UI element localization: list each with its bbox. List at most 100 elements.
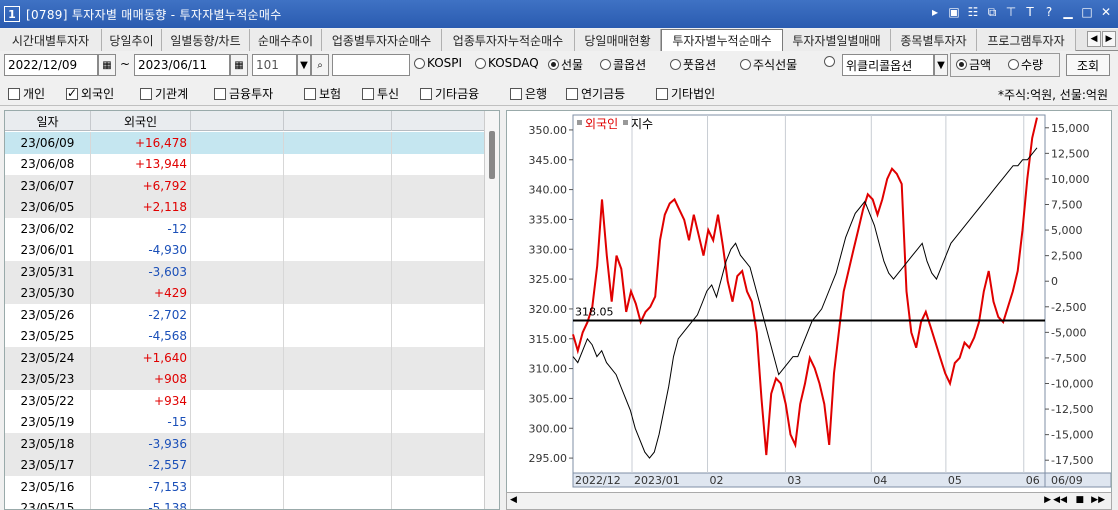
list-icon[interactable]: ☷ — [967, 5, 979, 20]
right-tick-label: -10,000 — [1051, 378, 1093, 391]
checkbox-box — [8, 87, 20, 100]
search-icon[interactable]: ⌕ — [311, 54, 329, 76]
radio-label: 풋옵션 — [683, 58, 717, 72]
play-icon[interactable]: ▸ — [929, 5, 941, 20]
radio-label: 주식선물 — [753, 58, 798, 72]
market-radio-2[interactable]: 선물 — [548, 56, 583, 73]
table-row[interactable]: 23/05/23 +908 — [5, 368, 485, 390]
investor-checkbox-9[interactable]: 기타법인 — [656, 85, 715, 102]
weekly-radio[interactable] — [824, 56, 837, 67]
table-row[interactable]: 23/05/17 -2,557 — [5, 454, 485, 476]
tab-3[interactable]: 순매수추이 — [250, 29, 322, 51]
market-radio-3[interactable]: 콜옵션 — [600, 56, 646, 73]
table-row[interactable]: 23/06/05 +2,118 — [5, 196, 485, 218]
cell-empty — [191, 476, 284, 498]
window-copy-icon[interactable]: ⧉ — [986, 5, 998, 20]
table-row[interactable]: 23/05/22 +934 — [5, 390, 485, 412]
amount-radio-dot — [956, 59, 967, 70]
cell-empty — [284, 239, 392, 261]
tab-8[interactable]: 투자자별일별매매 — [783, 29, 891, 51]
qty-radio[interactable]: 수량 — [1008, 56, 1043, 73]
market-radio-0[interactable]: KOSPI — [414, 56, 462, 70]
table-row[interactable]: 23/06/02 -12 — [5, 218, 485, 240]
scroll-first-icon[interactable]: ◀◀ — [1053, 495, 1067, 505]
left-tick-label: 310.00 — [529, 363, 568, 376]
close-icon[interactable]: ✕ — [1100, 5, 1112, 20]
chart-horizontal-scrollbar[interactable]: ◀ ▶ ◀◀ ■ ▶▶ — [506, 492, 1112, 510]
tab-right-arrow-icon[interactable]: ▶ — [1102, 31, 1116, 47]
tab-7[interactable]: 투자자별누적순매수 — [661, 29, 783, 51]
table-row[interactable]: 23/06/01 -4,930 — [5, 239, 485, 261]
code-input[interactable]: 101 — [252, 54, 297, 76]
cell-empty — [284, 368, 392, 390]
table-row[interactable]: 23/05/31 -3,603 — [5, 261, 485, 283]
scroll-last-icon[interactable]: ▶▶ — [1091, 495, 1105, 505]
tab-left-arrow-icon[interactable]: ◀ — [1087, 31, 1101, 47]
pin-icon[interactable]: ⊤ — [1005, 5, 1017, 20]
investor-checkbox-8[interactable]: 연기금등 — [566, 85, 625, 102]
query-button[interactable]: 조회 — [1066, 54, 1110, 76]
table-row[interactable]: 23/05/24 +1,640 — [5, 347, 485, 369]
checkbox-box — [304, 87, 316, 100]
scroll-right-icon[interactable]: ▶ — [1044, 495, 1051, 505]
code-name-field[interactable] — [332, 54, 410, 76]
market-radio-5[interactable]: 주식선물 — [740, 56, 797, 73]
table-row[interactable]: 23/06/08 +13,944 — [5, 153, 485, 175]
market-radio-4[interactable]: 풋옵션 — [670, 56, 716, 73]
investor-checkbox-6[interactable]: 기타금융 — [420, 85, 479, 102]
market-radio-1[interactable]: KOSDAQ — [475, 56, 539, 70]
end-calendar-icon[interactable]: ▦ — [230, 54, 248, 76]
cell-foreign: -5,138 — [91, 497, 191, 509]
tab-6[interactable]: 당일매매현황 — [575, 29, 661, 51]
start-calendar-icon[interactable]: ▦ — [98, 54, 116, 76]
stop-icon[interactable]: ■ — [1075, 495, 1084, 505]
memo-icon[interactable]: ▣ — [948, 5, 960, 20]
scroll-left-icon[interactable]: ◀ — [510, 495, 517, 505]
table-row[interactable]: 23/05/25 -4,568 — [5, 325, 485, 347]
cell-empty — [284, 304, 392, 326]
start-date-input[interactable]: 2022/12/09 — [4, 54, 98, 76]
left-tick-label: 295.00 — [529, 452, 568, 465]
table-row[interactable]: 23/05/30 +429 — [5, 282, 485, 304]
grid-vertical-scrollbar[interactable] — [484, 111, 499, 509]
tab-10[interactable]: 프로그램투자자 — [977, 29, 1076, 51]
investor-checkbox-7[interactable]: 은행 — [510, 85, 547, 102]
end-date-input[interactable]: 2023/06/11 — [134, 54, 230, 76]
table-row[interactable]: 23/05/19 -15 — [5, 411, 485, 433]
weekly-dropdown-arrow-icon[interactable]: ▼ — [934, 54, 948, 76]
weekly-option-select[interactable]: 위클리콜옵션 — [842, 54, 934, 76]
table-row[interactable]: 23/06/09 +16,478 — [5, 132, 485, 154]
tab-9[interactable]: 종목별투자자 — [891, 29, 977, 51]
tab-5[interactable]: 업종투자자누적순매수 — [442, 29, 575, 51]
maximize-icon[interactable]: □ — [1081, 5, 1093, 20]
legend-marker-index — [623, 120, 628, 125]
cell-date: 23/05/26 — [5, 304, 91, 326]
code-dropdown-arrow-icon[interactable]: ▼ — [297, 54, 311, 76]
investor-checkbox-2[interactable]: 기관계 — [140, 85, 188, 102]
investor-checkbox-4[interactable]: 보험 — [304, 85, 341, 102]
investor-checkbox-0[interactable]: 개인 — [8, 85, 45, 102]
tab-1[interactable]: 당일추이 — [102, 29, 162, 51]
investor-checkbox-5[interactable]: 투신 — [362, 85, 399, 102]
help-icon[interactable]: ? — [1043, 5, 1055, 20]
right-tick-label: -2,500 — [1051, 301, 1086, 314]
investor-checkbox-1[interactable]: 외국인 — [66, 85, 114, 102]
cell-date: 23/06/07 — [5, 175, 91, 197]
table-row[interactable]: 23/05/18 -3,936 — [5, 433, 485, 455]
right-tick-label: 0 — [1051, 275, 1058, 288]
cell-empty — [284, 411, 392, 433]
table-row[interactable]: 23/05/26 -2,702 — [5, 304, 485, 326]
cell-empty — [284, 196, 392, 218]
tab-0[interactable]: 시간대별투자자 — [0, 29, 102, 51]
legend-foreign: 외국인 — [585, 117, 618, 131]
investor-checkbox-3[interactable]: 금융투자 — [214, 85, 273, 102]
amount-radio[interactable]: 금액 — [956, 56, 991, 73]
table-row[interactable]: 23/05/16 -7,153 — [5, 476, 485, 498]
tab-4[interactable]: 업종별투자자순매수 — [322, 29, 442, 51]
font-icon[interactable]: T — [1024, 5, 1036, 20]
tab-2[interactable]: 일별동향/차트 — [162, 29, 250, 51]
scrollbar-thumb[interactable] — [489, 131, 495, 179]
table-row[interactable]: 23/06/07 +6,792 — [5, 175, 485, 197]
minimize-icon[interactable]: ▁ — [1062, 5, 1074, 20]
table-row[interactable]: 23/05/15 -5,138 — [5, 497, 485, 509]
